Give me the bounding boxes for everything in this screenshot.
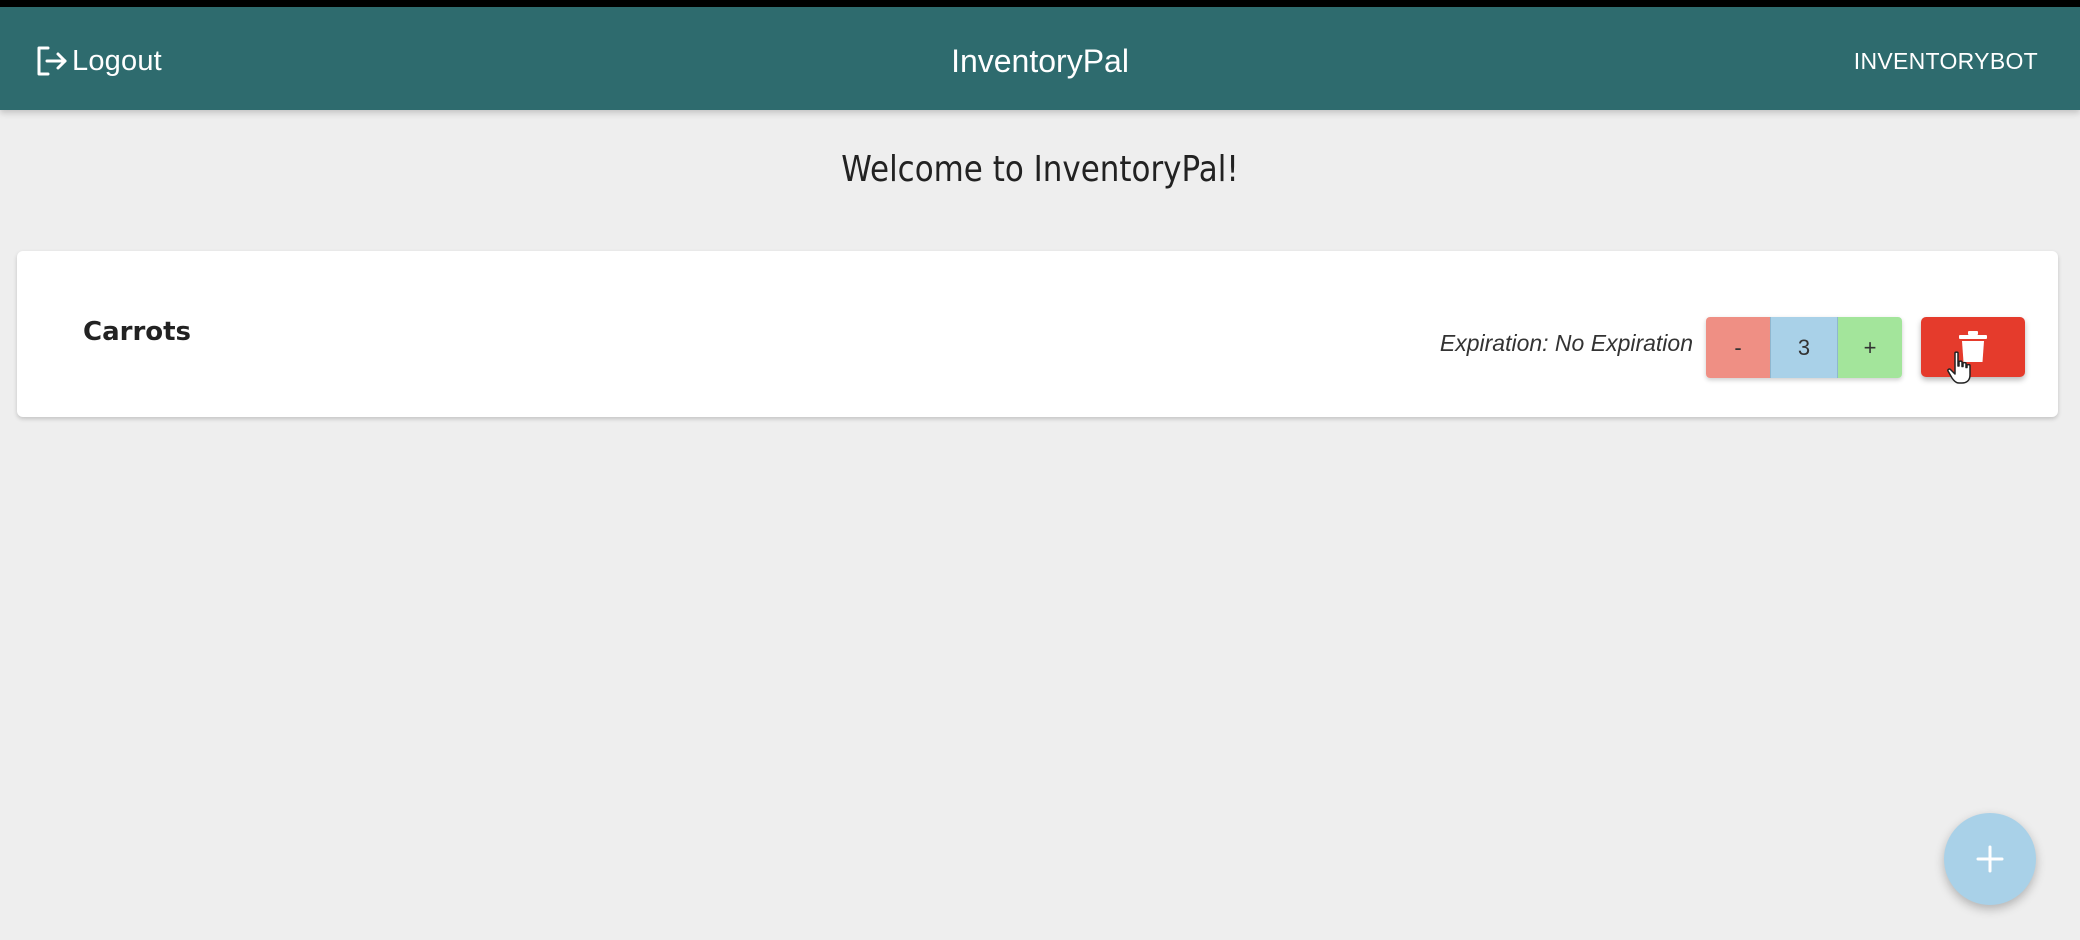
delete-button[interactable]	[1921, 317, 2025, 377]
quantity-value: 3	[1770, 317, 1838, 378]
decrement-button[interactable]: -	[1706, 317, 1770, 378]
quantity-stepper: - 3 +	[1706, 317, 1902, 378]
add-item-button[interactable]	[1944, 813, 2036, 905]
item-name: Carrots	[83, 317, 192, 347]
welcome-heading: Welcome to InventoryPal!	[841, 149, 1239, 190]
increment-button[interactable]: +	[1838, 317, 1902, 378]
inventory-item-card: Carrots Expiration: No Expiration - 3 +	[17, 251, 2058, 417]
mouse-cursor-icon	[1947, 351, 1971, 384]
username-label: INVENTORYBOT	[1853, 48, 2038, 74]
app-header: Logout InventoryPal INVENTORYBOT	[0, 7, 2080, 110]
plus-icon	[1975, 844, 2005, 874]
window-top-strip	[0, 0, 2080, 7]
item-expiration: Expiration: No Expiration	[1439, 330, 1693, 356]
app-title: InventoryPal	[951, 43, 1129, 79]
